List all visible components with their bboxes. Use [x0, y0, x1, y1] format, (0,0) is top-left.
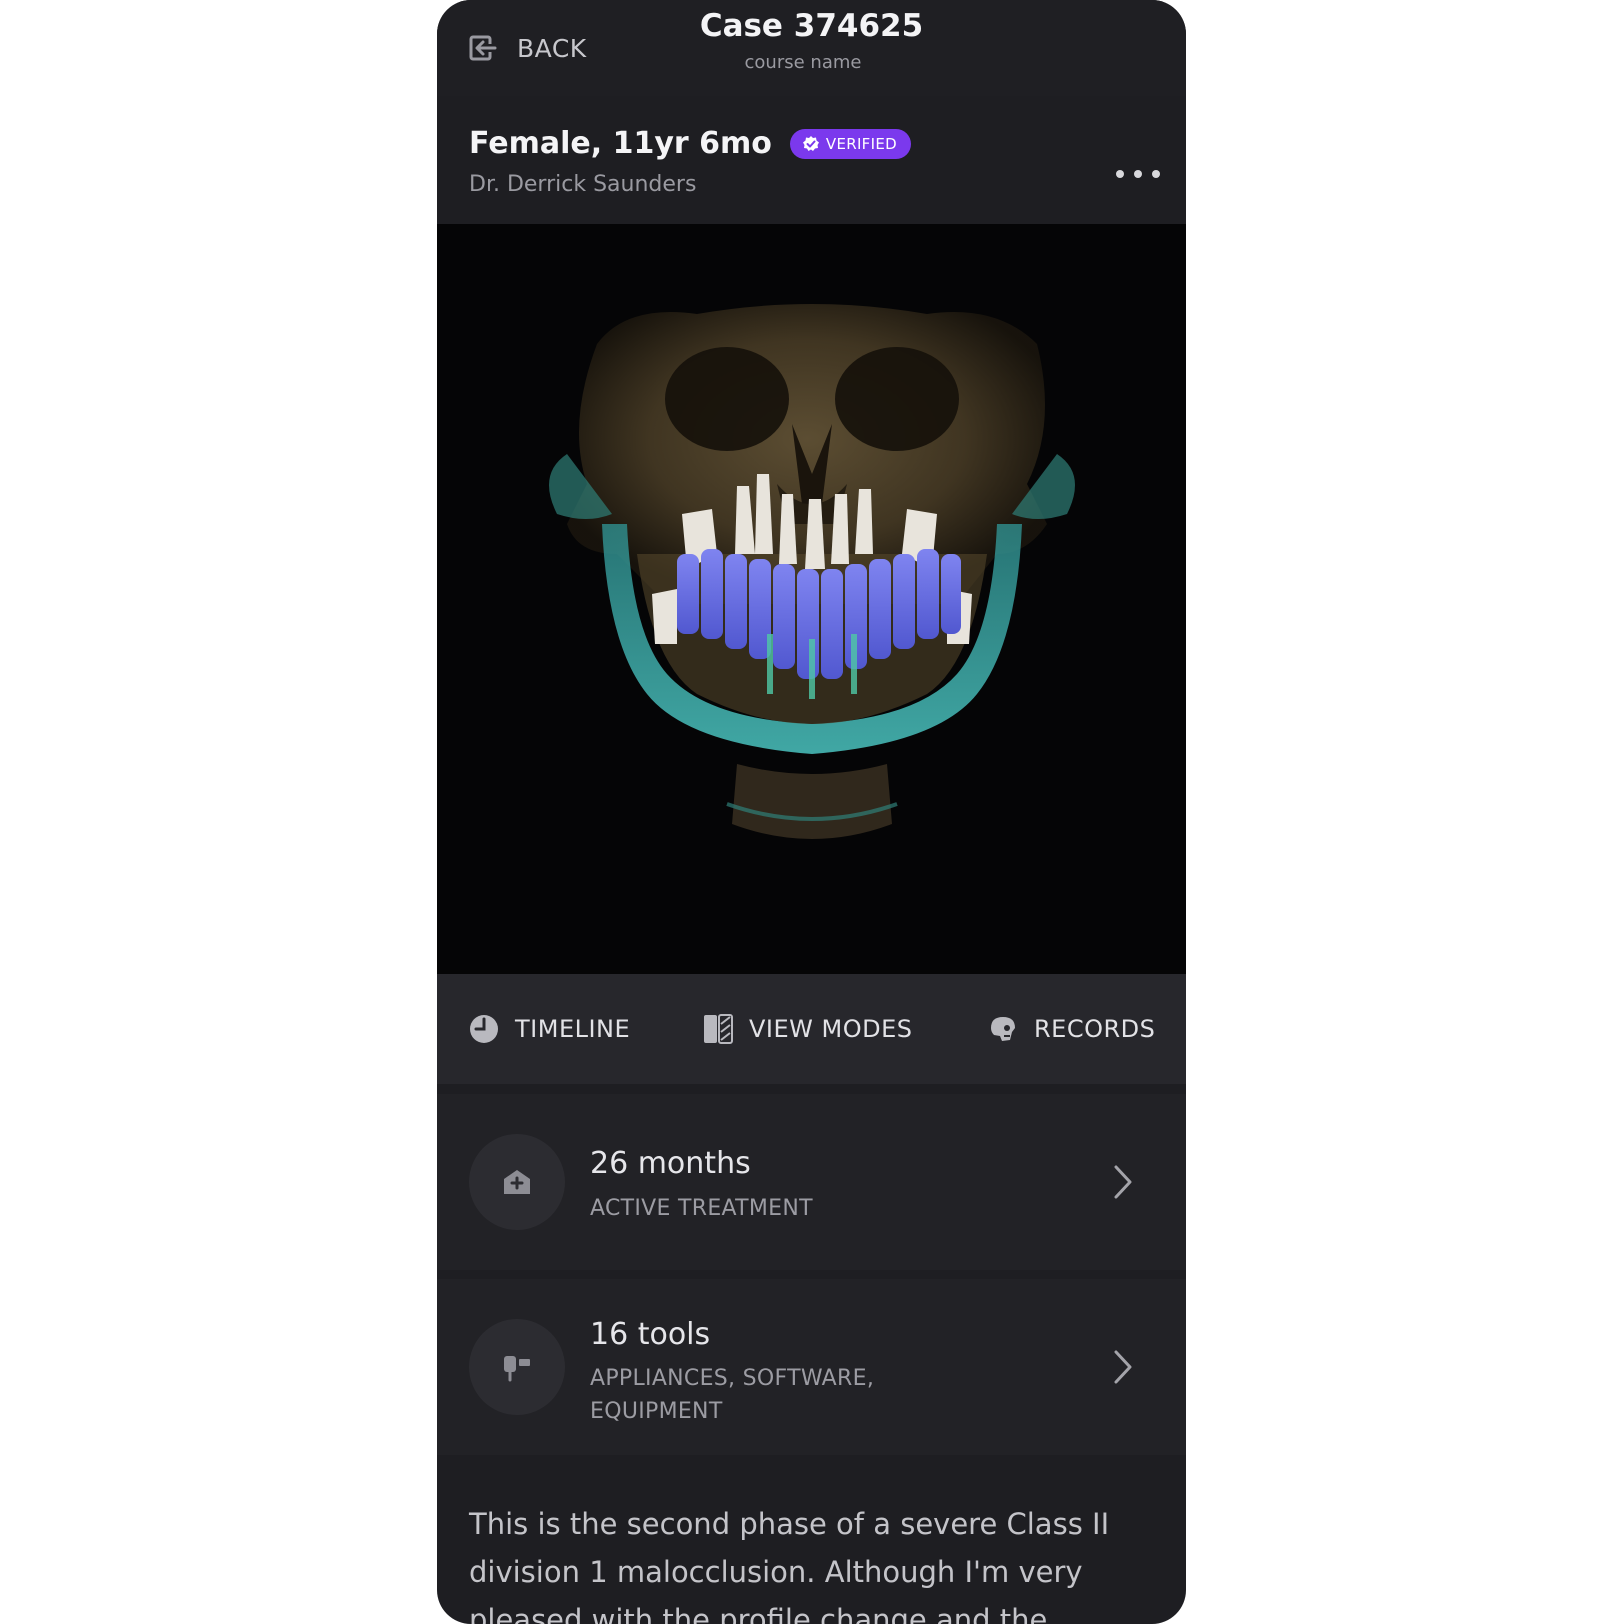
chevron-right-icon [1114, 1165, 1132, 1199]
patient-name: Female, 11yr 6mo [469, 126, 772, 161]
timeline-button[interactable]: TIMELINE [469, 1012, 630, 1046]
records-button[interactable]: RECORDS [988, 1012, 1155, 1046]
tool-icon [504, 1356, 530, 1382]
treatment-duration: 26 months [590, 1146, 751, 1181]
card-icon-circle [469, 1319, 565, 1415]
verified-label: VERIFIED [825, 134, 897, 153]
skull-icon [991, 1017, 1015, 1041]
page-title: Case 374625 [699, 8, 924, 44]
dot-icon [1134, 170, 1142, 178]
view-modes-button[interactable]: VIEW MODES [703, 1012, 913, 1046]
action-bar: TIMELINE VIEW MODES RECORDS [437, 974, 1186, 1084]
tools-categories: APPLIANCES, SOFTWARE, EQUIPMENT [590, 1366, 875, 1424]
card-icon-circle [469, 1134, 565, 1230]
dot-icon [1116, 170, 1124, 178]
top-bar: BACK Case 374625 course name [437, 0, 1186, 96]
course-name: course name [744, 52, 862, 73]
medical-house-icon [504, 1170, 530, 1194]
skull-scan-image [549, 304, 1075, 839]
patient-header: Female, 11yr 6mo VERIFIED Dr. Derrick Sa… [437, 96, 1186, 224]
patient-line: Female, 11yr 6mo VERIFIED [469, 126, 911, 161]
verified-check-icon [802, 135, 819, 151]
app-screen: BACK Case 374625 course name Female, 11y… [437, 0, 1186, 1624]
chevron-right-icon [1114, 1350, 1132, 1384]
treatment-label: ACTIVE TREATMENT [590, 1196, 813, 1221]
tools-count: 16 tools [590, 1317, 711, 1352]
dot-icon [1152, 170, 1160, 178]
clock-icon [470, 1015, 498, 1043]
timeline-label: TIMELINE [515, 1015, 631, 1043]
split-view-icon [704, 1014, 733, 1044]
more-options-button[interactable] [1116, 164, 1160, 184]
case-description: This is the second phase of a severe Cla… [469, 1507, 1110, 1624]
records-label: RECORDS [1034, 1015, 1156, 1043]
view-modes-label: VIEW MODES [749, 1015, 913, 1043]
tools-card[interactable]: 16 tools APPLIANCES, SOFTWARE, EQUIPMENT [437, 1279, 1186, 1455]
doctor-name: Dr. Derrick Saunders [469, 172, 697, 197]
treatment-duration-card[interactable]: 26 months ACTIVE TREATMENT [437, 1094, 1186, 1270]
verified-badge: VERIFIED [789, 128, 911, 159]
scan-viewer[interactable] [437, 224, 1186, 974]
